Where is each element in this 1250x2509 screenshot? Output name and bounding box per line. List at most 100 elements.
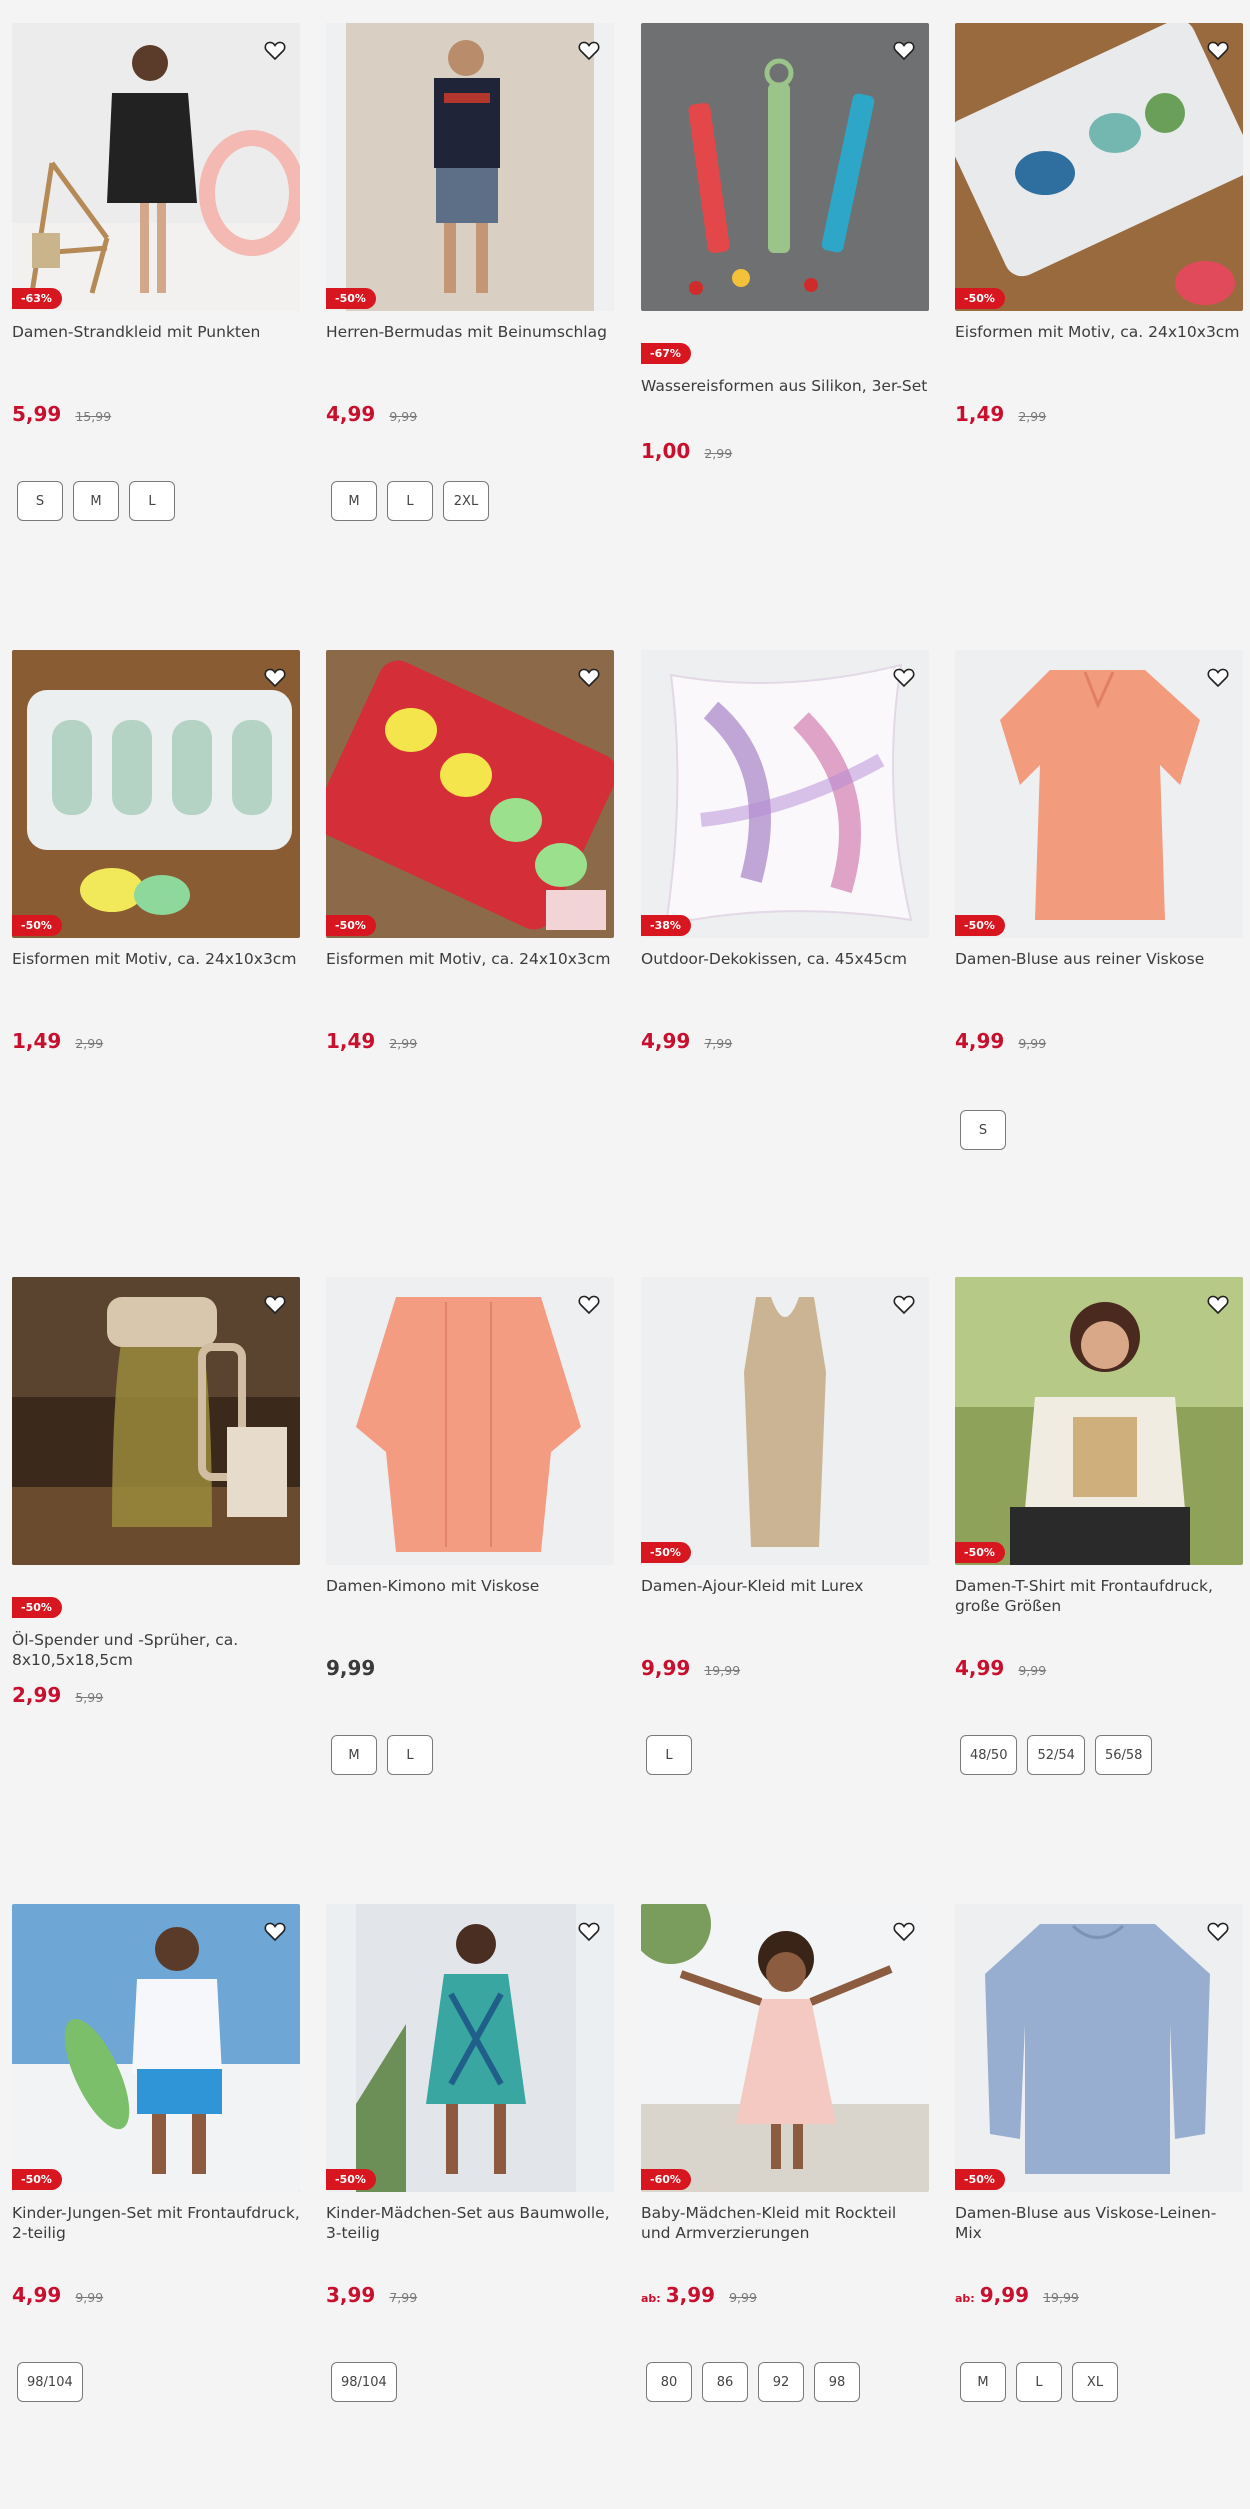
- product-image[interactable]: [326, 23, 614, 311]
- product-name[interactable]: Öl-Spender und -Sprüher, ca. 8x10,5x18,5…: [12, 1630, 300, 1670]
- size-options: 98/104: [331, 2362, 397, 2402]
- product-image[interactable]: [12, 1904, 300, 2192]
- product-card[interactable]: -50% Eisformen mit Motiv, ca. 24x10x3cm …: [955, 23, 1243, 623]
- product-name[interactable]: Outdoor-Dekokissen, ca. 45x45cm: [641, 949, 929, 969]
- product-name[interactable]: Eisformen mit Motiv, ca. 24x10x3cm: [326, 949, 614, 969]
- product-card[interactable]: -50% Herren-Bermudas mit Beinumschlag 4,…: [326, 23, 614, 623]
- product-image[interactable]: [955, 1277, 1243, 1565]
- product-image[interactable]: [955, 1904, 1243, 2192]
- product-image[interactable]: [641, 650, 929, 938]
- size-option[interactable]: 80: [646, 2362, 692, 2402]
- product-card[interactable]: -50% Eisformen mit Motiv, ca. 24x10x3cm …: [12, 650, 300, 1250]
- size-option[interactable]: 92: [758, 2362, 804, 2402]
- wishlist-heart-icon[interactable]: [889, 1916, 919, 1946]
- product-image[interactable]: [326, 650, 614, 938]
- product-card[interactable]: -50% Eisformen mit Motiv, ca. 24x10x3cm …: [326, 650, 614, 1250]
- wishlist-heart-icon[interactable]: [1203, 35, 1233, 65]
- product-name[interactable]: Damen-Bluse aus Viskose-Leinen-Mix: [955, 2203, 1243, 2243]
- product-card[interactable]: -38% Outdoor-Dekokissen, ca. 45x45cm 4,9…: [641, 650, 929, 1250]
- product-name[interactable]: Eisformen mit Motiv, ca. 24x10x3cm: [12, 949, 300, 969]
- product-name[interactable]: Kinder-Jungen-Set mit Frontaufdruck, 2-t…: [12, 2203, 300, 2243]
- product-name[interactable]: Damen-Bluse aus reiner Viskose: [955, 949, 1243, 969]
- size-option[interactable]: L: [387, 481, 433, 521]
- size-option[interactable]: S: [960, 1110, 1006, 1150]
- size-option[interactable]: 48/50: [960, 1735, 1018, 1775]
- product-card[interactable]: -50% Kinder-Mädchen-Set aus Baumwolle, 3…: [326, 1904, 614, 2504]
- discount-badge: -50%: [12, 2169, 62, 2190]
- size-option[interactable]: M: [73, 481, 119, 521]
- product-card[interactable]: -63% Damen-Strandkleid mit Punkten 5,99 …: [12, 23, 300, 623]
- product-image[interactable]: [326, 1904, 614, 2192]
- size-option[interactable]: 56/58: [1094, 1735, 1153, 1775]
- product-card[interactable]: -60% Baby-Mädchen-Kleid mit Rockteil und…: [641, 1904, 929, 2504]
- size-option[interactable]: 98/104: [17, 2362, 83, 2402]
- size-option[interactable]: M: [331, 481, 377, 521]
- size-option[interactable]: L: [387, 1735, 433, 1775]
- old-price: 9,99: [389, 409, 418, 424]
- product-image[interactable]: [641, 1277, 929, 1565]
- size-option[interactable]: S: [17, 481, 63, 521]
- wishlist-heart-icon[interactable]: [1203, 1289, 1233, 1319]
- product-image[interactable]: [12, 650, 300, 938]
- wishlist-heart-icon[interactable]: [260, 1289, 290, 1319]
- size-option[interactable]: L: [1016, 2362, 1062, 2402]
- product-image[interactable]: [12, 23, 300, 311]
- product-name[interactable]: Damen-T-Shirt mit Frontaufdruck, große G…: [955, 1576, 1243, 1616]
- product-name[interactable]: Wassereisformen aus Silikon, 3er-Set: [641, 376, 929, 396]
- product-name[interactable]: Herren-Bermudas mit Beinumschlag: [326, 322, 614, 342]
- product-image[interactable]: [12, 1277, 300, 1565]
- product-card[interactable]: -50% Kinder-Jungen-Set mit Frontaufdruck…: [12, 1904, 300, 2504]
- product-image[interactable]: [641, 23, 929, 311]
- price-prefix: ab:: [955, 2292, 975, 2305]
- size-option[interactable]: 98: [814, 2362, 860, 2402]
- product-card[interactable]: -50% Damen-Bluse aus Viskose-Leinen-Mix …: [955, 1904, 1243, 2504]
- size-option[interactable]: M: [960, 2362, 1006, 2402]
- product-name[interactable]: Kinder-Mädchen-Set aus Baumwolle, 3-teil…: [326, 2203, 614, 2243]
- product-name[interactable]: Damen-Kimono mit Viskose: [326, 1576, 614, 1596]
- wishlist-heart-icon[interactable]: [574, 35, 604, 65]
- product-card[interactable]: -50% Damen-Ajour-Kleid mit Lurex 9,99 19…: [641, 1277, 929, 1877]
- wishlist-heart-icon[interactable]: [889, 1289, 919, 1319]
- discount-badge: -50%: [955, 288, 1005, 309]
- wishlist-heart-icon[interactable]: [260, 662, 290, 692]
- discount-badge: -50%: [955, 1542, 1005, 1563]
- wishlist-heart-icon[interactable]: [574, 662, 604, 692]
- current-price: 2,99: [12, 1683, 62, 1707]
- product-name[interactable]: Eisformen mit Motiv, ca. 24x10x3cm: [955, 322, 1243, 342]
- size-option[interactable]: XL: [1072, 2362, 1118, 2402]
- product-image[interactable]: [641, 1904, 929, 2192]
- price-row: 4,99 9,99: [326, 402, 417, 426]
- product-image[interactable]: [955, 23, 1243, 311]
- product-image[interactable]: [326, 1277, 614, 1565]
- wishlist-heart-icon[interactable]: [889, 35, 919, 65]
- wishlist-heart-icon[interactable]: [1203, 1916, 1233, 1946]
- wishlist-heart-icon[interactable]: [260, 35, 290, 65]
- product-card[interactable]: Damen-Kimono mit Viskose 9,99 M L: [326, 1277, 614, 1877]
- size-option[interactable]: L: [129, 481, 175, 521]
- product-card[interactable]: -50% Damen-T-Shirt mit Frontaufdruck, gr…: [955, 1277, 1243, 1877]
- product-image[interactable]: [955, 650, 1243, 938]
- size-option[interactable]: 2XL: [443, 481, 489, 521]
- wishlist-heart-icon[interactable]: [260, 1916, 290, 1946]
- wishlist-heart-icon[interactable]: [574, 1289, 604, 1319]
- size-option[interactable]: L: [646, 1735, 692, 1775]
- product-card[interactable]: -67% Wassereisformen aus Silikon, 3er-Se…: [641, 23, 929, 623]
- product-card[interactable]: -50% Damen-Bluse aus reiner Viskose 4,99…: [955, 650, 1243, 1250]
- wishlist-heart-icon[interactable]: [1203, 662, 1233, 692]
- size-option[interactable]: M: [331, 1735, 377, 1775]
- size-option[interactable]: 86: [702, 2362, 748, 2402]
- product-name[interactable]: Baby-Mädchen-Kleid mit Rockteil und Armv…: [641, 2203, 929, 2243]
- old-price: 2,99: [704, 446, 733, 461]
- discount-badge: -50%: [326, 2169, 376, 2190]
- size-options: S M L: [17, 481, 175, 521]
- product-card[interactable]: -50% Öl-Spender und -Sprüher, ca. 8x10,5…: [12, 1277, 300, 1877]
- product-name[interactable]: Damen-Strandkleid mit Punkten: [12, 322, 300, 342]
- old-price: 9,99: [729, 2290, 757, 2305]
- price-row: 1,00 2,99: [641, 439, 732, 463]
- price-row: 1,49 2,99: [955, 402, 1046, 426]
- wishlist-heart-icon[interactable]: [574, 1916, 604, 1946]
- product-name[interactable]: Damen-Ajour-Kleid mit Lurex: [641, 1576, 929, 1596]
- size-option[interactable]: 52/54: [1027, 1735, 1085, 1775]
- size-option[interactable]: 98/104: [331, 2362, 397, 2402]
- wishlist-heart-icon[interactable]: [889, 662, 919, 692]
